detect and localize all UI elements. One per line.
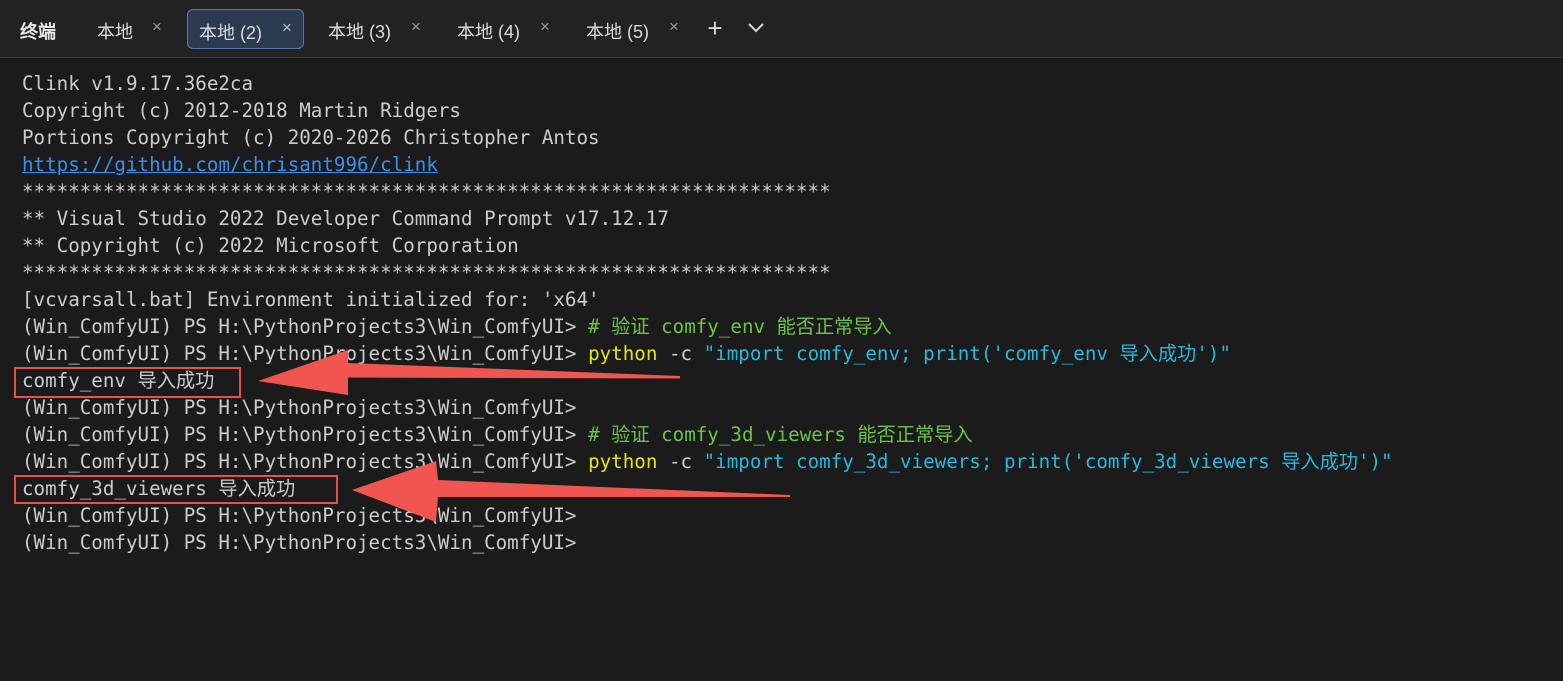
output-line: Copyright (c) 2012-2018 Martin Ridgers bbox=[22, 99, 461, 122]
close-icon[interactable]: × bbox=[278, 19, 296, 37]
highlight-box-comfy-env bbox=[14, 367, 241, 398]
output-line: ** Copyright (c) 2022 Microsoft Corporat… bbox=[22, 234, 519, 257]
tab-label: 本地 (3) bbox=[328, 22, 391, 42]
prompt-line: (Win_ComfyUI) PS H:\PythonProjects3\Win_… bbox=[22, 313, 892, 340]
output-line: [vcvarsall.bat] Environment initialized … bbox=[22, 288, 600, 311]
tab-local-1[interactable]: 本地 × bbox=[86, 9, 180, 49]
prompt-line: (Win_ComfyUI) PS H:\PythonProjects3\Win_… bbox=[22, 421, 973, 448]
prompt: (Win_ComfyUI) PS H:\PythonProjects3\Win_… bbox=[22, 450, 577, 473]
tab-local-5[interactable]: 本地 (5) × bbox=[575, 9, 692, 49]
prompt: (Win_ComfyUI) PS H:\PythonProjects3\Win_… bbox=[22, 342, 577, 365]
command-name: python bbox=[588, 342, 658, 365]
command-comment: # 验证 comfy_3d_viewers 能否正常导入 bbox=[588, 423, 973, 446]
close-icon[interactable]: × bbox=[665, 18, 683, 36]
command-comment: # 验证 comfy_env 能否正常导入 bbox=[588, 315, 892, 338]
chevron-down-icon[interactable] bbox=[744, 14, 768, 42]
prompt-line: (Win_ComfyUI) PS H:\PythonProjects3\Win_… bbox=[22, 340, 1231, 367]
prompt: (Win_ComfyUI) PS H:\PythonProjects3\Win_… bbox=[22, 396, 577, 419]
tab-local-3[interactable]: 本地 (3) × bbox=[317, 9, 434, 49]
clink-link[interactable]: https://github.com/chrisant996/clink bbox=[22, 151, 438, 178]
prompt: (Win_ComfyUI) PS H:\PythonProjects3\Win_… bbox=[22, 531, 577, 554]
prompt-line: (Win_ComfyUI) PS H:\PythonProjects3\Win_… bbox=[22, 529, 577, 556]
tab-local-2[interactable]: 本地 (2) × bbox=[187, 9, 304, 49]
command-flag: -c bbox=[668, 342, 693, 365]
output-line: ****************************************… bbox=[22, 180, 831, 203]
title-bar: 终端 本地 × 本地 (2) × 本地 (3) × 本地 (4) × 本地 (5… bbox=[0, 0, 1563, 58]
command-name: python bbox=[588, 450, 658, 473]
prompt: (Win_ComfyUI) PS H:\PythonProjects3\Win_… bbox=[22, 423, 577, 446]
tab-label: 本地 (4) bbox=[457, 22, 520, 42]
tab-label: 本地 bbox=[97, 22, 133, 42]
close-icon[interactable]: × bbox=[407, 18, 425, 36]
highlight-box-comfy-3d-viewers bbox=[14, 475, 338, 504]
prompt-line: (Win_ComfyUI) PS H:\PythonProjects3\Win_… bbox=[22, 448, 1393, 475]
close-icon[interactable]: × bbox=[148, 18, 166, 36]
command-flag: -c bbox=[668, 450, 693, 473]
command-argument: "import comfy_env; print('comfy_env 导入成功… bbox=[703, 342, 1231, 365]
output-line: ****************************************… bbox=[22, 261, 831, 284]
close-icon[interactable]: × bbox=[536, 18, 554, 36]
tab-label: 本地 (2) bbox=[199, 23, 262, 43]
tab-local-4[interactable]: 本地 (4) × bbox=[446, 9, 563, 49]
prompt: (Win_ComfyUI) PS H:\PythonProjects3\Win_… bbox=[22, 504, 577, 527]
app-title: 终端 bbox=[20, 22, 56, 42]
tab-label: 本地 (5) bbox=[586, 22, 649, 42]
new-tab-button[interactable]: + bbox=[703, 14, 727, 42]
output-line: ** Visual Studio 2022 Developer Command … bbox=[22, 207, 669, 230]
prompt-line: (Win_ComfyUI) PS H:\PythonProjects3\Win_… bbox=[22, 394, 577, 421]
output-line: Clink v1.9.17.36e2ca bbox=[22, 72, 254, 95]
output-line: Portions Copyright (c) 2020-2026 Christo… bbox=[22, 126, 600, 149]
command-argument: "import comfy_3d_viewers; print('comfy_3… bbox=[703, 450, 1393, 473]
prompt-line: (Win_ComfyUI) PS H:\PythonProjects3\Win_… bbox=[22, 502, 577, 529]
prompt: (Win_ComfyUI) PS H:\PythonProjects3\Win_… bbox=[22, 315, 577, 338]
